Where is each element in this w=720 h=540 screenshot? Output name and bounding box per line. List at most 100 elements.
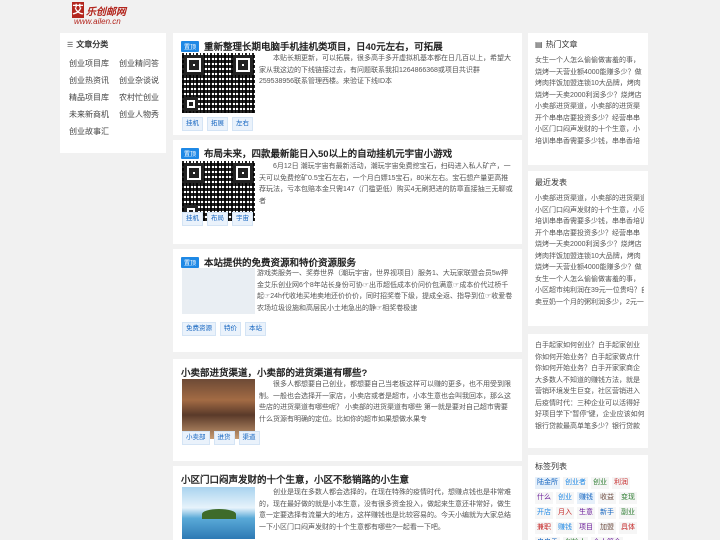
article-title[interactable]: 置顶 本站提供的免费资源和特价资源服务	[181, 255, 356, 269]
article-card: 小卖部进货渠道，小卖部的进货渠道有哪些? 很多人都想要自己创业，都想要自己当老板…	[173, 359, 522, 461]
category-link[interactable]: 创业杂谈说	[116, 73, 164, 89]
tag-cloud-link[interactable]: 加盟	[598, 522, 616, 534]
tag-cloud-link[interactable]: 创业	[556, 492, 574, 504]
list-item-link[interactable]: 开个串串店要投资多少？经营串串	[535, 113, 644, 125]
article-title[interactable]: 置顶 布局未来，四款最新能日入50以上的自动挂机元宇宙小游戏	[181, 146, 452, 160]
list-item-link[interactable]: 烧烤一天卖2000利润多少？烧烤店	[535, 90, 644, 102]
article-thumbnail[interactable]	[182, 268, 255, 314]
tag-cloud-link[interactable]: 兼职	[535, 522, 553, 534]
tag-link[interactable]: 本站	[245, 322, 266, 336]
category-list: 创业项目库 创业精问答 创业热资讯 创业杂谈说 精品项目库 农村忙创业 未来新商…	[60, 50, 166, 146]
tag-link[interactable]: 渠道	[238, 431, 260, 445]
category-link[interactable]: 创业项目库	[66, 56, 114, 72]
site-header: 艾 乐创邮网 www.ailen.cn	[0, 0, 720, 28]
pinned-badge: 置顶	[181, 256, 200, 268]
list-item-link[interactable]: 烧烤一天营业额4000能赚多少？做	[535, 262, 644, 274]
list-item-link[interactable]: 烧烤一天卖2000利润多少？烧烤店	[535, 239, 644, 251]
article-title[interactable]: 小区门口闷声发财的十个生意，小区不愁销路的小生意	[181, 472, 409, 486]
list-item-link[interactable]: 小区门口闷声发财的十个生意，小区	[535, 205, 644, 217]
category-link[interactable]: 精品项目库	[66, 90, 114, 106]
list-item-link[interactable]: 后疫情时代：三种企业可以活得好	[535, 398, 644, 410]
article-thumbnail[interactable]	[182, 379, 255, 439]
category-link[interactable]: 创业精问答	[116, 56, 164, 72]
list-item-link[interactable]: 营销环境发生巨变，社区营销进入	[535, 386, 644, 398]
list-item-link[interactable]: 你如何开始业务？白手起家做点什	[535, 352, 644, 364]
tag-cloud-link[interactable]: 收益	[598, 492, 616, 504]
article-card: 小区门口闷声发财的十个生意，小区不愁销路的小生意 创业是现在多数人都会选择的，在…	[173, 466, 522, 540]
article-excerpt: 本贴长期更新，可以拓展，很多高手多开虚拟机基本都在日几百以上，希望大家从我这边的…	[259, 55, 511, 85]
article-tags: 挂机 布局 宇宙	[182, 212, 253, 226]
category-link[interactable]: 创业人物秀	[116, 107, 164, 123]
article-title[interactable]: 置顶 重新整理长期电脑手机挂机类项目，日40元左右，可拓展	[181, 39, 443, 53]
tag-link[interactable]: 左右	[232, 117, 253, 131]
list-item-link[interactable]: 银行贷款最高单笔多少？银行贷款	[535, 421, 644, 433]
category-sidebar: ☰ 文章分类 创业项目库 创业精问答 创业热资讯 创业杂谈说 精品项目库 农村忙…	[60, 33, 166, 153]
list-item-link[interactable]: 小区门口闷声发财的十个生意，小	[535, 124, 644, 136]
recent-posts-widget: 最近发表 小卖部进货渠道，小卖部的进货渠道 小区门口闷声发财的十个生意，小区 培…	[528, 171, 648, 326]
list-item-link[interactable]: 好项目学下“暂停”键，企业应该如何	[535, 409, 644, 421]
list-item-link[interactable]: 小卖部进货渠道，小卖部的进货渠	[535, 101, 644, 113]
category-link[interactable]: 农村忙创业	[116, 90, 164, 106]
tag-cloud-link[interactable]: 变现	[619, 492, 637, 504]
tag-link[interactable]: 挂机	[182, 117, 203, 131]
list-item-link[interactable]: 女生一个人怎么偷偷做害羞的事，	[535, 55, 644, 67]
list-item-link[interactable]: 白手起家如何创业？白手起家创业	[535, 340, 644, 352]
tag-link[interactable]: 布局	[207, 212, 228, 226]
site-logo[interactable]: 艾 乐创邮网 www.ailen.cn	[72, 2, 142, 26]
tag-cloud-widget: 标签列表 陆金所 创业者 创业 利润 什么 创业 赚钱 收益 变现 开店 月入 生意 新手 副业 兼职 赚钱项…	[528, 455, 648, 540]
bookmark-icon: ▤	[535, 40, 543, 49]
article-excerpt: 创业是现在多数人都会选择的，在现在特殊的疫情时代，想赚点钱也是非常难的，现在最好…	[259, 489, 511, 531]
article-title[interactable]: 小卖部进货渠道，小卖部的进货渠道有哪些?	[181, 365, 367, 379]
related-list: 白手起家如何创业？白手起家创业 你如何开始业务？白手起家做点什 你如何开始业务？…	[535, 340, 644, 432]
category-link[interactable]: 创业故事汇	[66, 124, 114, 140]
category-link[interactable]: 创业热资讯	[66, 73, 114, 89]
list-item-link[interactable]: 大多数人不知道的赚钱方法，就是	[535, 375, 644, 387]
tag-cloud-link[interactable]: 新手	[598, 507, 616, 519]
tag-link[interactable]: 特价	[220, 322, 241, 336]
list-item-link[interactable]: 烤肉拌饭加盟连锁10大品牌，烤肉	[535, 78, 644, 90]
tag-cloud-link[interactable]: 利润	[612, 477, 630, 489]
list-item-link[interactable]: 卖豆奶一个月的粥利润多少，2元一杯	[535, 297, 644, 309]
article-card: 置顶 布局未来，四款最新能日入50以上的自动挂机元宇宙小游戏 6月12日 潮玩宇…	[173, 140, 522, 244]
pinned-badge: 置顶	[181, 147, 200, 159]
widget-title: 标签列表	[535, 462, 567, 471]
article-excerpt: 游戏类服务一、奖券世界（潮玩宇宙，世界视项目）服务1、大玩家联盟会员5w押金艾乐…	[257, 270, 513, 312]
article-excerpt: 很多人都想要自己创业，都想要自己当老板这样可以赚的更多，也不用受到限制。一般也会…	[259, 381, 511, 423]
tag-cloud-link[interactable]: 创业	[591, 477, 609, 489]
list-item-link[interactable]: 你如何开始业务？白手开家家商企	[535, 363, 644, 375]
tag-cloud-link[interactable]: 创业者	[563, 477, 588, 489]
logo-url: www.ailen.cn	[74, 17, 121, 26]
qr-code-thumbnail[interactable]	[182, 53, 255, 113]
tag-cloud-link[interactable]: 什么	[535, 492, 553, 504]
article-thumbnail[interactable]	[182, 487, 255, 539]
tag-cloud-link[interactable]: 开店	[535, 507, 553, 519]
article-tags: 小卖部 进货 渠道	[182, 431, 260, 445]
tag-link[interactable]: 拓展	[207, 117, 228, 131]
tag-link[interactable]: 宇宙	[232, 212, 253, 226]
list-item-link[interactable]: 烧烤一天营业额4000能赚多少？做	[535, 67, 644, 79]
tag-cloud-link[interactable]: 项目	[577, 522, 595, 534]
tag-link[interactable]: 进货	[213, 431, 235, 445]
list-item-link[interactable]: 培训串串香需要多少钱，串串香培训	[535, 216, 644, 228]
list-item-link[interactable]: 烤肉拌饭加盟连锁10大品牌，烤肉	[535, 251, 644, 263]
category-link[interactable]: 未来新商机	[66, 107, 114, 123]
list-item-link[interactable]: 开个串串店要投资多少？经营串串	[535, 228, 644, 240]
article-card: 置顶 本站提供的免费资源和特价资源服务 游戏类服务一、奖券世界（潮玩宇宙，世界视…	[173, 249, 522, 352]
tag-link[interactable]: 免费资源	[182, 322, 216, 336]
list-item-link[interactable]: 培训串串香需要多少钱，串串香培	[535, 136, 644, 148]
tag-cloud-link[interactable]: 陆金所	[535, 477, 560, 489]
logo-mark: 艾	[72, 2, 84, 18]
list-item-link[interactable]: 女生一个人怎么偷偷做害羞的事，	[535, 274, 644, 286]
tag-cloud-link[interactable]: 月入	[556, 507, 574, 519]
tag-cloud-link[interactable]: 生意	[577, 507, 595, 519]
tag-link[interactable]: 挂机	[182, 212, 203, 226]
tag-link[interactable]: 小卖部	[182, 431, 210, 445]
tag-cloud-link[interactable]: 赚钱	[577, 492, 595, 504]
list-item-link[interactable]: 小区超市纯利润在39元一位贵吗？自助烧烤	[535, 285, 644, 297]
tag-cloud-link[interactable]: 赚钱	[556, 522, 574, 534]
tag-cloud: 陆金所 创业者 创业 利润 什么 创业 赚钱 收益 变现 开店 月入 生意 新手 副业 兼职 赚钱 项目 加盟 具体…	[535, 477, 647, 540]
tag-cloud-link[interactable]: 具体	[619, 522, 637, 534]
recent-list: 小卖部进货渠道，小卖部的进货渠道 小区门口闷声发财的十个生意，小区 培训串串香需…	[535, 193, 644, 308]
list-item-link[interactable]: 小卖部进货渠道，小卖部的进货渠道	[535, 193, 644, 205]
tag-cloud-link[interactable]: 副业	[619, 507, 637, 519]
